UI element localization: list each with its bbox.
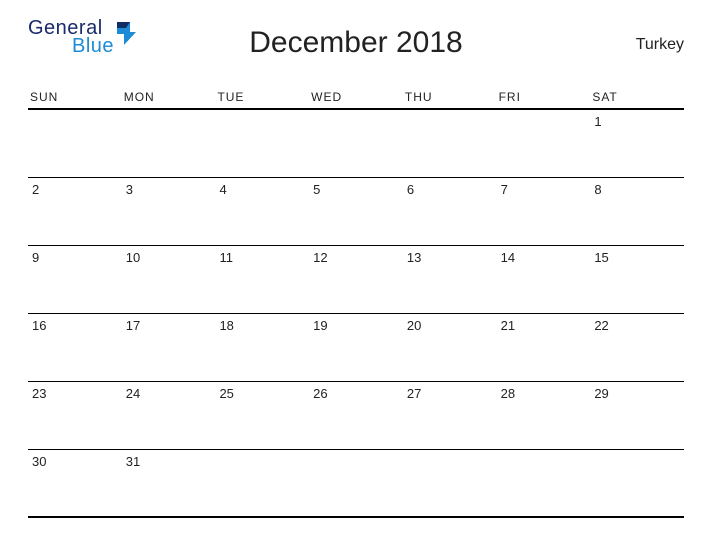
day-cell: [403, 110, 497, 177]
calendar-page: General Blue December 2018 Turkey SUN MO…: [0, 0, 712, 550]
weekday-header: WED: [309, 84, 403, 108]
day-cell: 31: [122, 450, 216, 516]
header: General Blue December 2018 Turkey: [28, 18, 684, 76]
day-cell: 15: [590, 246, 684, 313]
region-label: Turkey: [636, 36, 684, 54]
day-cell: [28, 110, 122, 177]
day-cell: 12: [309, 246, 403, 313]
day-cell: 20: [403, 314, 497, 381]
week-row: 30 31: [28, 450, 684, 518]
day-cell: [497, 110, 591, 177]
day-cell: 26: [309, 382, 403, 449]
day-cell: [122, 110, 216, 177]
day-cell: [497, 450, 591, 516]
day-cell: 5: [309, 178, 403, 245]
weekday-header: MON: [122, 84, 216, 108]
day-cell: [403, 450, 497, 516]
day-cell: 1: [590, 110, 684, 177]
day-cell: 2: [28, 178, 122, 245]
day-cell: 8: [590, 178, 684, 245]
day-cell: 29: [590, 382, 684, 449]
day-cell: 23: [28, 382, 122, 449]
week-row: 9 10 11 12 13 14 15: [28, 246, 684, 314]
week-row: 16 17 18 19 20 21 22: [28, 314, 684, 382]
day-cell: 19: [309, 314, 403, 381]
day-cell: 22: [590, 314, 684, 381]
day-cell: 17: [122, 314, 216, 381]
week-row: 1: [28, 110, 684, 178]
day-cell: [215, 450, 309, 516]
day-cell: 6: [403, 178, 497, 245]
day-cell: 4: [215, 178, 309, 245]
month-title: December 2018: [28, 26, 684, 60]
day-cell: 28: [497, 382, 591, 449]
day-cell: [309, 450, 403, 516]
day-cell: [590, 450, 684, 516]
weekday-header: SAT: [590, 84, 684, 108]
day-cell: 16: [28, 314, 122, 381]
day-cell: 21: [497, 314, 591, 381]
day-cell: 18: [215, 314, 309, 381]
day-cell: 3: [122, 178, 216, 245]
day-cell: 30: [28, 450, 122, 516]
weekday-header-row: SUN MON TUE WED THU FRI SAT: [28, 84, 684, 110]
weekday-header: THU: [403, 84, 497, 108]
day-cell: 7: [497, 178, 591, 245]
day-cell: 10: [122, 246, 216, 313]
weekday-header: FRI: [497, 84, 591, 108]
weekday-header: SUN: [28, 84, 122, 108]
day-cell: [215, 110, 309, 177]
day-cell: 14: [497, 246, 591, 313]
day-cell: 9: [28, 246, 122, 313]
day-cell: 13: [403, 246, 497, 313]
day-cell: [309, 110, 403, 177]
day-cell: 11: [215, 246, 309, 313]
day-cell: 25: [215, 382, 309, 449]
day-cell: 24: [122, 382, 216, 449]
calendar-grid: SUN MON TUE WED THU FRI SAT 1 2 3 4 5 6 …: [28, 84, 684, 518]
weekday-header: TUE: [215, 84, 309, 108]
week-row: 2 3 4 5 6 7 8: [28, 178, 684, 246]
day-cell: 27: [403, 382, 497, 449]
week-row: 23 24 25 26 27 28 29: [28, 382, 684, 450]
